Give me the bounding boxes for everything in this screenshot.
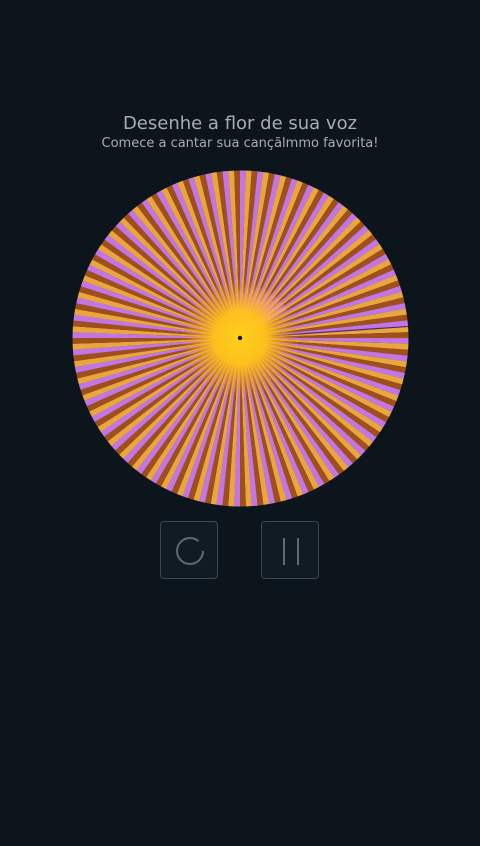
voice-flower-canvas	[72, 170, 409, 507]
page-title: Desenhe a flor de sua voz	[122, 113, 358, 134]
page-subtitle: Comece a cantar sua cançãlmmo favorita!	[101, 136, 379, 151]
voice-flower	[72, 170, 409, 507]
circle-reset-icon	[176, 537, 204, 565]
app-screen: Desenhe a flor de sua voz Comece a canta…	[0, 0, 480, 846]
pause-icon	[283, 538, 299, 565]
pause-button[interactable]	[261, 521, 319, 579]
reset-button[interactable]	[160, 521, 218, 579]
flower-center-dot	[237, 335, 243, 341]
